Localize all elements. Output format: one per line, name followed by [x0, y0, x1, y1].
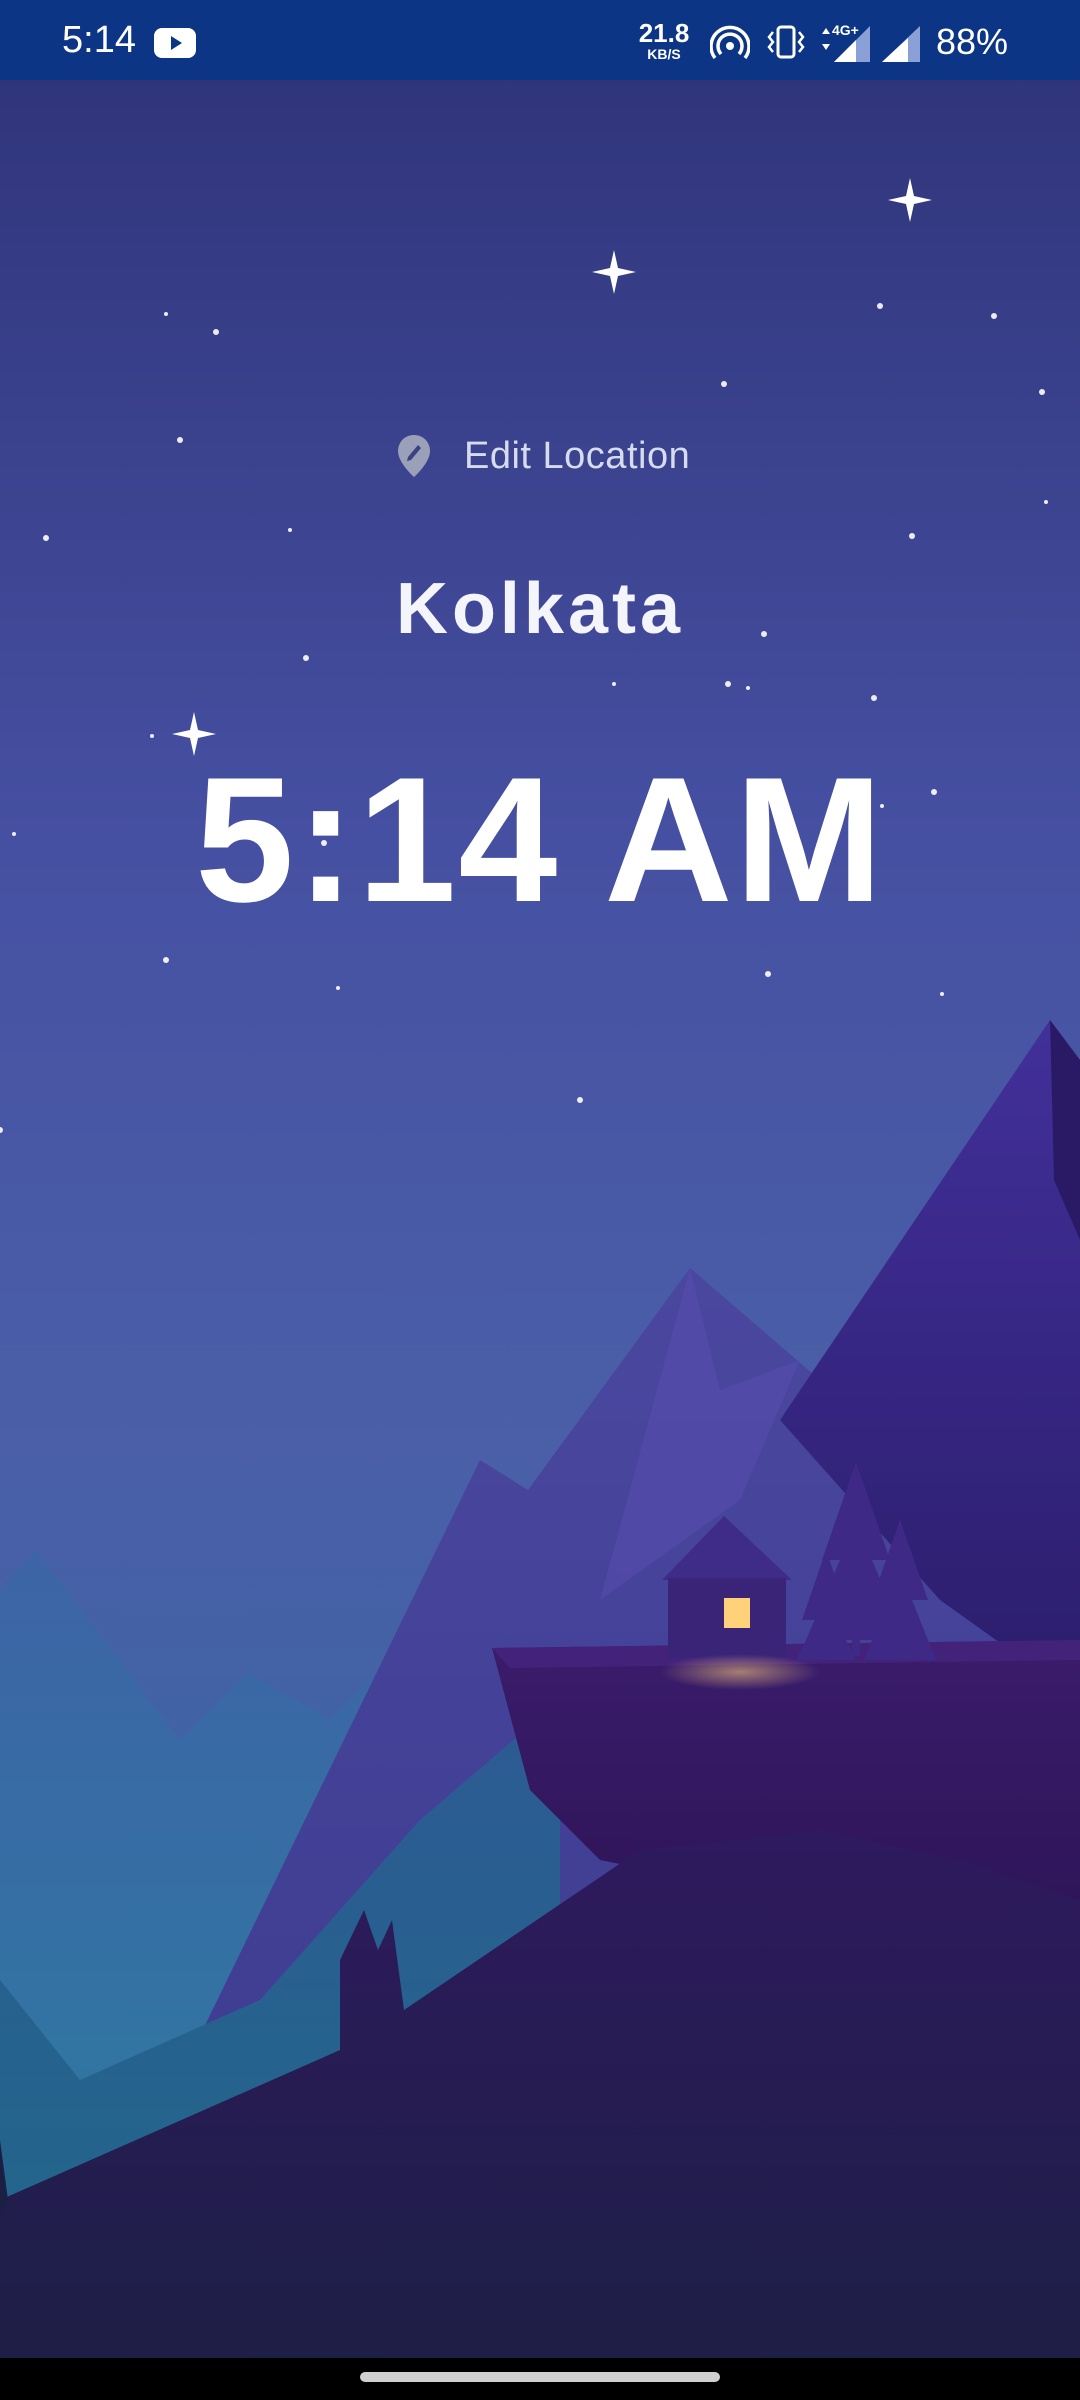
signal-icon — [882, 26, 920, 62]
vibrate-icon — [767, 25, 805, 59]
status-bar: 5:14 21.8 KB/S 4G+ 88% — [0, 0, 1080, 80]
hotspot-icon — [710, 25, 750, 60]
youtube-icon — [154, 28, 196, 58]
edit-location-button[interactable]: Edit Location — [396, 432, 690, 480]
navigation-bar — [0, 2358, 1080, 2400]
battery-level: 88% — [936, 21, 1009, 62]
edit-location-label: Edit Location — [464, 434, 691, 477]
status-time: 5:14 — [62, 19, 136, 61]
network-speed: 21.8 KB/S — [638, 18, 690, 62]
city-name: Kolkata — [395, 569, 685, 649]
clock-time: 5:14 AM — [195, 740, 885, 939]
night-landscape-background — [0, 0, 1080, 2400]
signal-icon — [822, 26, 870, 62]
location-pin-edit-icon — [398, 435, 430, 477]
home-gesture-handle[interactable] — [360, 2372, 720, 2382]
screen: 5:14 21.8 KB/S 4G+ 88% Edit Location Kol… — [0, 0, 1080, 2400]
